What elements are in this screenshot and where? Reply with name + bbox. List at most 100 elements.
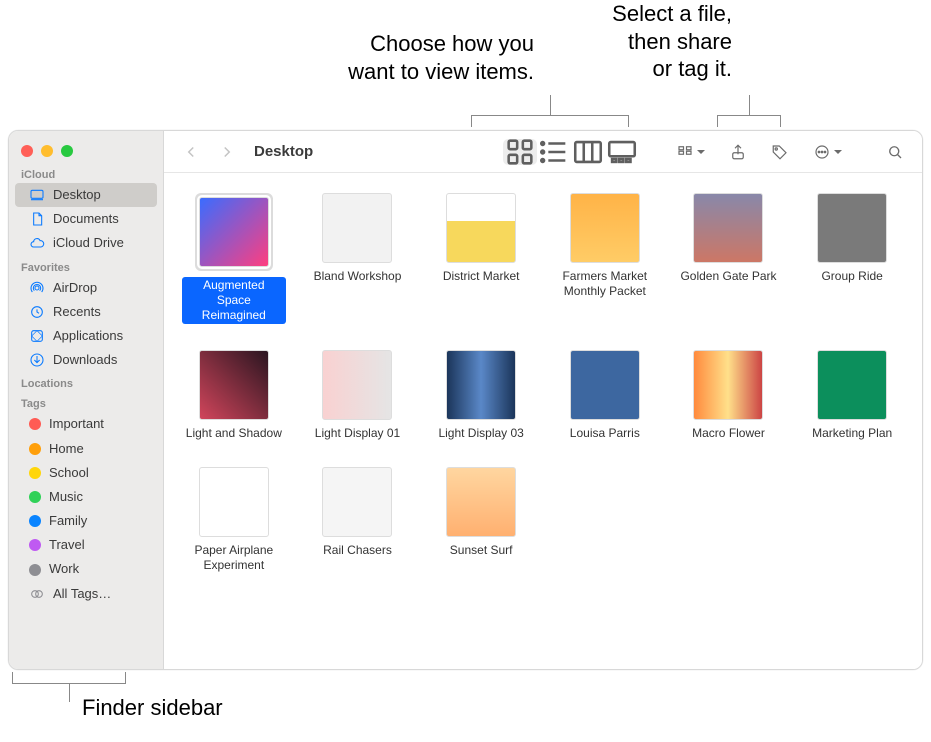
forward-button[interactable] [212,139,242,165]
file-thumbnail [817,350,887,420]
sidebar-item-label: Important [49,415,104,433]
sidebar-item-label: Work [49,560,79,578]
view-switcher [502,138,640,166]
callout-bracket-sidebar [12,672,126,684]
file-label: Macro Flower [692,426,765,441]
file-thumbnail [199,197,269,267]
action-menu-button[interactable] [807,139,848,165]
file-thumbnail [570,350,640,420]
file-item-golden-gate-park[interactable]: Golden Gate Park [677,193,781,284]
tag-dot-icon [29,443,41,455]
file-item-louisa-parris[interactable]: Louisa Parris [553,350,657,441]
sidebar-item-icloud-drive[interactable]: iCloud Drive [15,231,157,255]
file-label: Louisa Parris [570,426,640,441]
sidebar-item-documents[interactable]: Documents [15,207,157,231]
toolbar: Desktop [164,131,922,173]
sidebar-tag-all-tags[interactable]: All Tags… [15,582,157,606]
file-label: Rail Chasers [323,543,392,558]
file-item-light-display-01[interactable]: Light Display 01 [306,350,410,441]
callout-sidebar: Finder sidebar [82,694,223,722]
share-button[interactable] [723,139,753,165]
file-item-macro-flower[interactable]: Macro Flower [677,350,781,441]
file-label: Light and Shadow [186,426,282,441]
file-item-augmented-space-reimagined[interactable]: Augmented Space Reimagined [182,193,286,324]
file-label: Light Display 03 [438,426,523,441]
desktop-icon [29,187,45,203]
sidebar-header-favorites: Favorites [9,256,163,276]
file-thumbnail [322,467,392,537]
sidebar-tag-travel[interactable]: Travel [15,533,157,557]
sidebar-item-label: Recents [53,303,101,321]
search-button[interactable] [880,139,910,165]
back-button[interactable] [176,139,206,165]
tag-dot-icon [29,515,41,527]
file-item-paper-airplane-experiment[interactable]: Paper Airplane Experiment [182,467,286,573]
sidebar-tag-music[interactable]: Music [15,485,157,509]
file-label: Light Display 01 [315,426,400,441]
file-item-sunset-surf[interactable]: Sunset Surf [429,467,533,558]
file-label: Marketing Plan [812,426,892,441]
file-label: Sunset Surf [450,543,513,558]
file-thumbnail [446,193,516,263]
file-item-marketing-plan[interactable]: Marketing Plan [800,350,904,441]
file-item-rail-chasers[interactable]: Rail Chasers [306,467,410,558]
file-item-light-display-03[interactable]: Light Display 03 [429,350,533,441]
file-item-district-market[interactable]: District Market [429,193,533,284]
file-item-light-and-shadow[interactable]: Light and Shadow [182,350,286,441]
sidebar-item-label: All Tags… [53,585,111,603]
file-thumbnail [693,193,763,263]
file-item-bland-workshop[interactable]: Bland Workshop [306,193,410,284]
file-thumbnail [199,350,269,420]
callout-stem-share [749,95,750,115]
file-thumbnail [199,467,269,537]
minimize-button[interactable] [41,145,53,157]
sidebar-header-tags: Tags [9,392,163,412]
tag-dot-icon [29,418,41,430]
close-button[interactable] [21,145,33,157]
sidebar-item-label: Applications [53,327,123,345]
callout-view: Choose how youwant to view items. [294,30,534,85]
file-label: Paper Airplane Experiment [182,543,286,573]
zoom-button[interactable] [61,145,73,157]
sidebar-tag-home[interactable]: Home [15,437,157,461]
file-thumbnail [446,350,516,420]
view-column-button[interactable] [571,139,605,165]
sidebar-item-label: AirDrop [53,279,97,297]
sidebar-item-label: Desktop [53,186,101,204]
sidebar-header-icloud: iCloud [9,163,163,183]
sidebar-tag-work[interactable]: Work [15,557,157,581]
sidebar-item-applications[interactable]: Applications [15,324,157,348]
sidebar-tag-school[interactable]: School [15,461,157,485]
sidebar-header-locations: Locations [9,372,163,392]
window-controls [9,137,163,163]
callout-stem-sidebar [69,684,70,702]
callout-stem-view [550,95,551,115]
file-thumbnail [446,467,516,537]
file-item-group-ride[interactable]: Group Ride [800,193,904,284]
cloud-icon [29,235,45,251]
tag-button[interactable] [765,139,795,165]
sidebar-item-desktop[interactable]: Desktop [15,183,157,207]
file-label: District Market [443,269,520,284]
sidebar-tag-important[interactable]: Important [15,412,157,436]
sidebar-tag-family[interactable]: Family [15,509,157,533]
file-label: Farmers Market Monthly Packet [553,269,657,299]
file-grid-area: Augmented Space ReimaginedBland Workshop… [164,173,922,669]
file-thumbnail [693,350,763,420]
finder-sidebar: iCloud Desktop DocumentsiCloud Drive Favo… [9,131,164,669]
callout-bracket-view [471,115,629,127]
sidebar-item-downloads[interactable]: Downloads [15,348,157,372]
group-by-button[interactable] [670,139,711,165]
file-item-farmers-market-monthly-packet[interactable]: Farmers Market Monthly Packet [553,193,657,299]
sidebar-item-label: Home [49,440,84,458]
sidebar-item-recents[interactable]: Recents [15,300,157,324]
doc-icon [29,211,45,227]
sidebar-item-label: School [49,464,89,482]
view-list-button[interactable] [537,139,571,165]
tag-dot-icon [29,564,41,576]
main-area: Desktop [164,131,922,669]
view-icon-button[interactable] [503,139,537,165]
callout-share: Select a file,then shareor tag it. [572,0,732,83]
view-gallery-button[interactable] [605,139,639,165]
sidebar-item-airdrop[interactable]: AirDrop [15,276,157,300]
